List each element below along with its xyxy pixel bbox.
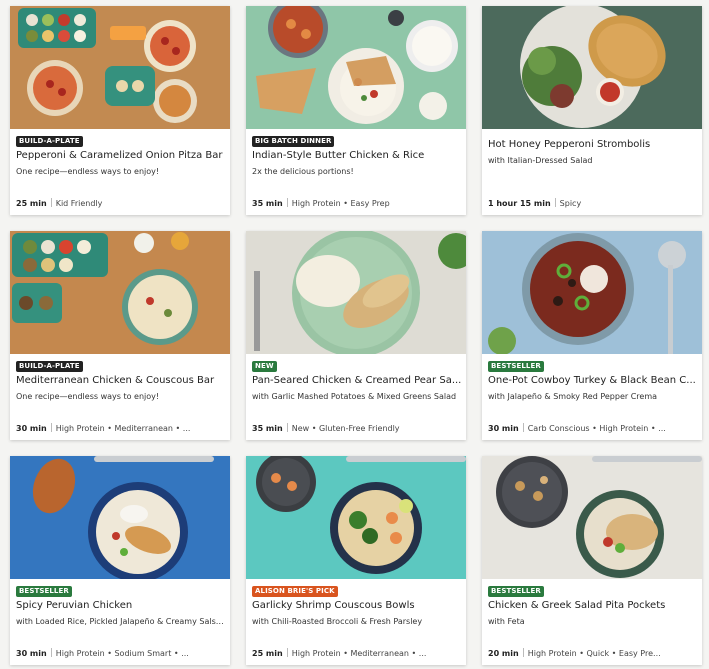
cook-time: 30 min	[16, 649, 47, 658]
recipe-meta: 1 hour 15 min Spicy	[488, 198, 698, 209]
divider	[286, 648, 288, 657]
recipe-badge: BUILD-A-PLATE	[16, 361, 83, 372]
recipe-subtitle: with Chili-Roasted Broccoli & Fresh Pars…	[252, 617, 423, 626]
cook-time: 1 hour 15 min	[488, 199, 551, 208]
recipe-tags: Carb Conscious • High Protein • ...	[527, 424, 666, 433]
recipe-badge: BIG BATCH DINNER	[252, 136, 335, 147]
recipe-photo[interactable]	[482, 456, 702, 579]
recipe-title[interactable]: Spicy Peruvian Chicken	[16, 599, 226, 612]
recipe-tags: High Protein • Sodium Smart • ...	[55, 649, 189, 658]
recipe-photo[interactable]	[246, 6, 466, 129]
recipe-subtitle: with Feta	[488, 617, 525, 626]
cook-time: 35 min	[252, 199, 283, 208]
recipe-title[interactable]: Mediterranean Chicken & Couscous Bar	[16, 374, 226, 387]
recipe-title[interactable]: Chicken & Greek Salad Pita Pockets	[488, 599, 698, 612]
recipe-card[interactable]: BUILD-A-PLATE Mediterranean Chicken & Co…	[10, 231, 230, 440]
divider	[286, 423, 288, 432]
recipe-subtitle: with Italian-Dressed Salad	[488, 156, 593, 165]
recipe-tags: High Protein • Quick • Easy Pre...	[527, 649, 661, 658]
recipe-photo[interactable]	[482, 231, 702, 354]
cook-time: 35 min	[252, 424, 283, 433]
recipe-tags: New • Gluten-Free Friendly	[291, 424, 400, 433]
recipe-tags: High Protein • Mediterranean • ...	[291, 649, 427, 658]
recipe-badge: BESTSELLER	[488, 361, 544, 372]
divider	[50, 648, 52, 657]
recipe-photo[interactable]	[10, 456, 230, 579]
recipe-tags: Spicy	[559, 199, 582, 208]
recipe-meta: 35 min New • Gluten-Free Friendly	[252, 423, 462, 434]
recipe-badge: ALISON BRIE'S PICK	[252, 586, 338, 597]
recipe-photo[interactable]	[482, 6, 702, 129]
recipe-meta: 35 min High Protein • Easy Prep	[252, 198, 462, 209]
divider	[522, 648, 524, 657]
recipe-card[interactable]: BESTSELLER One-Pot Cowboy Turkey & Black…	[482, 231, 702, 440]
recipe-subtitle: with Loaded Rice, Pickled Jalapeño & Cre…	[16, 617, 226, 626]
cook-time: 30 min	[16, 424, 47, 433]
cook-time: 25 min	[252, 649, 283, 658]
recipe-photo[interactable]	[10, 6, 230, 129]
recipe-badge: BUILD-A-PLATE	[16, 136, 83, 147]
recipe-meta: 20 min High Protein • Quick • Easy Pre...	[488, 648, 698, 659]
recipe-meta: 30 min High Protein • Mediterranean • ...	[16, 423, 226, 434]
recipe-card[interactable]: NEW Pan-Seared Chicken & Creamed Pear Sa…	[246, 231, 466, 440]
recipe-subtitle: One recipe—endless ways to enjoy!	[16, 392, 160, 401]
recipe-card[interactable]: ALISON BRIE'S PICK Garlicky Shrimp Cousc…	[246, 456, 466, 665]
recipe-badge: BESTSELLER	[488, 586, 544, 597]
recipe-card[interactable]: BIG BATCH DINNER Indian-Style Butter Chi…	[246, 6, 466, 215]
recipe-photo[interactable]	[10, 231, 230, 354]
recipe-photo[interactable]	[246, 456, 466, 579]
divider	[554, 198, 556, 207]
recipe-badge: BESTSELLER	[16, 586, 72, 597]
recipe-title[interactable]: Garlicky Shrimp Couscous Bowls	[252, 599, 462, 612]
recipe-subtitle: 2x the delicious portions!	[252, 167, 354, 176]
recipe-title[interactable]: Indian-Style Butter Chicken & Rice	[252, 149, 462, 162]
recipe-subtitle: One recipe—endless ways to enjoy!	[16, 167, 160, 176]
recipe-title[interactable]: Pepperoni & Caramelized Onion Pitza Bar	[16, 149, 226, 162]
recipe-tags: Kid Friendly	[55, 199, 103, 208]
recipe-title[interactable]: Pan-Seared Chicken & Creamed Pear Sa...	[252, 374, 462, 387]
recipe-card[interactable]: BUILD-A-PLATE Pepperoni & Caramelized On…	[10, 6, 230, 215]
recipe-photo[interactable]	[246, 231, 466, 354]
divider	[522, 423, 524, 432]
recipe-subtitle: with Jalapeño & Smoky Red Pepper Crema	[488, 392, 658, 401]
recipe-title[interactable]: One-Pot Cowboy Turkey & Black Bean C...	[488, 374, 698, 387]
recipe-meta: 30 min Carb Conscious • High Protein • ..…	[488, 423, 698, 434]
recipe-meta: 25 min High Protein • Mediterranean • ...	[252, 648, 462, 659]
recipe-tags: High Protein • Easy Prep	[291, 199, 390, 208]
recipe-card[interactable]: BESTSELLER Chicken & Greek Salad Pita Po…	[482, 456, 702, 665]
cook-time: 25 min	[16, 199, 47, 208]
recipe-badge: NEW	[252, 361, 277, 372]
cook-time: 20 min	[488, 649, 519, 658]
recipe-meta: 30 min High Protein • Sodium Smart • ...	[16, 648, 226, 659]
divider	[286, 198, 288, 207]
recipe-subtitle: with Garlic Mashed Potatoes & Mixed Gree…	[252, 392, 457, 401]
recipe-meta: 25 min Kid Friendly	[16, 198, 226, 209]
recipe-card[interactable]: Hot Honey Pepperoni Strombolis with Ital…	[482, 6, 702, 215]
recipe-card[interactable]: BESTSELLER Spicy Peruvian Chicken with L…	[10, 456, 230, 665]
recipe-tags: High Protein • Mediterranean • ...	[55, 424, 191, 433]
divider	[50, 198, 52, 207]
cook-time: 30 min	[488, 424, 519, 433]
recipe-title[interactable]: Hot Honey Pepperoni Strombolis	[488, 138, 698, 151]
divider	[50, 423, 52, 432]
